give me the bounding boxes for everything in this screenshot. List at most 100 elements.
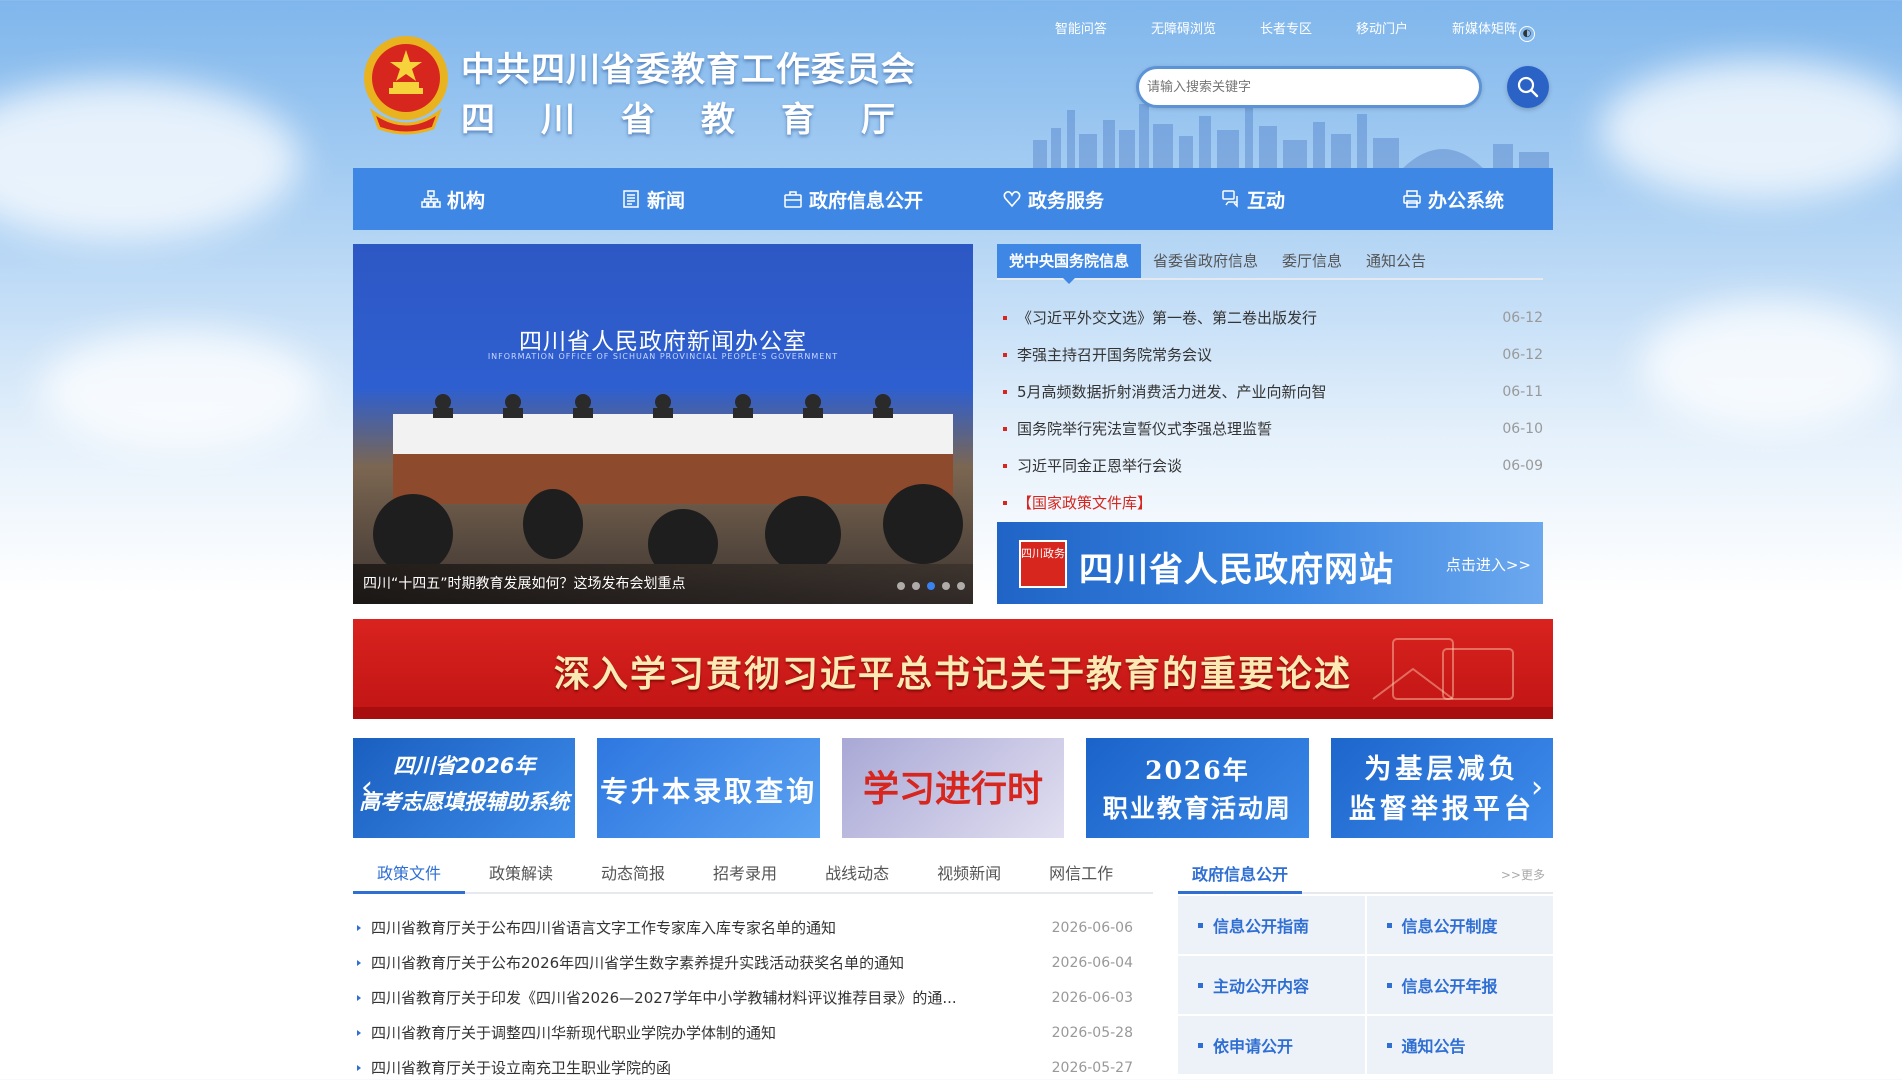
policy-title[interactable]: 四川省教育厅关于印发《四川省2026—2027学年中小学教辅材料评议推荐目录》的… [371,987,1043,1008]
tab-department-info[interactable]: 委厅信息 [1270,244,1354,278]
thumb-vocational-week[interactable]: 2026年职业教育活动周 [1086,738,1309,838]
cloud-decoration [1600,60,1902,200]
nav-label: 政府信息公开 [808,189,923,212]
tab-cyber-work[interactable]: 网信工作 [1025,856,1137,894]
gov-info-guide[interactable]: 信息公开指南 [1178,896,1365,954]
list-item[interactable]: 李强主持召开国务院常务会议 06-12 [997,336,1543,373]
list-item[interactable]: 四川省教育厅关于公布四川省语言文字工作专家库入库专家名单的通知 2026-06-0… [353,910,1133,945]
policy-title[interactable]: 四川省教育厅关于公布2026年四川省学生数字素养提升实践活动获奖名单的通知 [371,952,1043,973]
gov-info-apply[interactable]: 依申请公开 [1178,1016,1365,1074]
list-item[interactable]: 四川省教育厅关于设立南充卫生职业学院的函 2026-05-27 [353,1050,1133,1080]
gov-info-active[interactable]: 主动公开内容 [1178,956,1365,1014]
nav-item-gov-info[interactable]: 政府信息公开 [753,168,953,230]
gov-info-annual[interactable]: 信息公开年报 [1366,956,1553,1014]
study-campaign-banner[interactable]: 深入学习贯彻习近平总书记关于教育的重要论述 [353,619,1553,719]
bullet-icon [357,1029,361,1036]
thumb-burden-report[interactable]: 为基层减负 监督举报平台 [1330,738,1554,838]
gov-info-label: 信息公开指南 [1213,917,1310,936]
list-item[interactable]: 习近平同金正恩举行会谈 06-09 [997,447,1543,484]
cloud-decoration [40,330,320,450]
nav-label: 互动 [1246,189,1285,212]
city-skyline-decoration [1033,104,1549,168]
media-icon: ◐ [1519,26,1535,42]
tab-policy-interpret[interactable]: 政策解读 [465,856,577,894]
slider-dot[interactable] [942,582,950,590]
bullet-icon [357,959,361,966]
tab-front-news[interactable]: 战线动态 [801,856,913,894]
cloud-decoration [1640,300,1900,430]
slider-dot[interactable] [957,582,965,590]
search-input[interactable] [1147,69,1467,105]
slider-dot[interactable] [897,582,905,590]
tab-briefings[interactable]: 动态简报 [577,856,689,894]
news-date: 06-11 [1502,383,1543,400]
news-title[interactable]: 国务院举行宪法宣誓仪式李强总理监誓 [1017,418,1483,439]
thumb-line2: 高考志愿填报辅助系统 [359,790,570,814]
thumb-label: 学习进行时 [863,768,1044,810]
thumb-line1: 2026年 [1145,756,1250,785]
nav-item-gov-service[interactable]: 政务服务 [953,168,1153,230]
policy-date: 2026-05-27 [1051,1059,1133,1076]
top-link-accessibility[interactable]: 无障碍浏览 [1151,18,1216,42]
tab-policy-docs[interactable]: 政策文件 [353,856,466,894]
news-title[interactable]: 李强主持召开国务院常务会议 [1017,344,1483,365]
gov-info-title[interactable]: 政府信息公开 [1178,858,1303,894]
gov-info-notices[interactable]: 通知公告 [1366,1016,1553,1074]
news-date: 06-12 [1502,346,1543,363]
image-slider[interactable]: 四川省人民政府新闻办公室 INFORMATION OFFICE OF SICHU… [353,244,973,604]
policy-title[interactable]: 四川省教育厅关于设立南充卫生职业学院的函 [371,1057,1043,1078]
thumbs-prev-arrow-icon[interactable]: ‹ [356,770,378,806]
gov-website-name: 四川省人民政府网站 [1079,550,1394,590]
list-item[interactable]: 四川省教育厅关于印发《四川省2026—2027学年中小学教辅材料评议推荐目录》的… [353,980,1133,1015]
list-item[interactable]: 《习近平外交文选》第一卷、第二卷出版发行 06-12 [997,299,1543,336]
tab-video-news[interactable]: 视频新闻 [913,856,1025,894]
nav-item-org[interactable]: 机构 [353,168,553,230]
thumb-label: 专升本录取查询 [600,775,818,808]
thumb-admission-query[interactable]: 专升本录取查询 [597,738,820,838]
gov-info-label: 主动公开内容 [1213,977,1310,996]
policy-title[interactable]: 四川省教育厅关于调整四川华新现代职业学院办学体制的通知 [371,1022,1043,1043]
thumbs-next-arrow-icon[interactable]: › [1526,770,1548,806]
slider-dot[interactable] [912,582,920,590]
nav-item-interact[interactable]: 互动 [1153,168,1353,230]
nav-label: 办公系统 [1427,189,1504,212]
gov-info-grid: 信息公开指南 信息公开制度 主动公开内容 信息公开年报 依申请公开 通知公告 [1178,896,1553,1074]
nav-item-news[interactable]: 新闻 [553,168,753,230]
top-link-mobile[interactable]: 移动门户 [1356,18,1408,42]
tab-notices[interactable]: 通知公告 [1354,244,1438,278]
gov-info-more-link[interactable]: >>更多 [1501,866,1545,883]
news-title[interactable]: 【国家政策文件库】 [1017,492,1483,513]
tab-recruitment[interactable]: 招考录用 [689,856,801,894]
national-emblem-icon [364,36,448,135]
list-item[interactable]: 四川省教育厅关于公布2026年四川省学生数字素养提升实践活动获奖名单的通知 202… [353,945,1133,980]
top-link-smart-qa[interactable]: 智能问答 [1055,18,1107,42]
thumb-line2: 职业教育活动周 [1102,794,1292,823]
thumb-study-now[interactable]: 学习进行时 [841,738,1065,838]
page-container: 中共四川省委教育工作委员会 四川省教育厅 智能问答 无障碍浏览 长者专区 移动门… [353,0,1553,634]
provincial-gov-website-banner[interactable]: 四川政务 四川省人民政府网站 点击进入>> [997,522,1543,604]
top-link-new-media[interactable]: 新媒体矩阵 [1452,22,1517,37]
thumb-gaokao-system[interactable]: 四川省2026年 高考志愿填报辅助系统 [353,738,576,838]
slider-dot-active[interactable] [927,582,935,590]
search-button[interactable] [1507,66,1549,108]
policy-date: 2026-06-06 [1051,919,1133,936]
news-title[interactable]: 5月高频数据折射消费活力迸发、产业向新向智 [1017,381,1483,402]
slide-caption[interactable]: 四川“十四五”时期教育发展如何？这场发布会划重点 [353,564,973,604]
list-item[interactable]: 国务院举行宪法宣誓仪式李强总理监誓 06-10 [997,410,1543,447]
top-link-elderly[interactable]: 长者专区 [1260,18,1312,42]
news-title[interactable]: 《习近平外交文选》第一卷、第二卷出版发行 [1017,307,1483,328]
gov-enter-link[interactable]: 点击进入>> [1446,554,1531,575]
list-item[interactable]: 5月高频数据折射消费活力迸发、产业向新向智 06-11 [997,373,1543,410]
bullet-icon [1003,463,1007,468]
printer-icon [1403,190,1421,208]
news-list: 《习近平外交文选》第一卷、第二卷出版发行 06-12 李强主持召开国务院常务会议 0… [997,299,1543,521]
list-item-policy-library[interactable]: 【国家政策文件库】 [997,484,1543,521]
policy-date: 2026-06-03 [1051,989,1133,1006]
tab-provincial-info[interactable]: 省委省政府信息 [1141,244,1270,278]
policy-title[interactable]: 四川省教育厅关于公布四川省语言文字工作专家库入库专家名单的通知 [371,917,1043,938]
news-title[interactable]: 习近平同金正恩举行会谈 [1017,455,1483,476]
tab-central-info[interactable]: 党中央国务院信息 [997,244,1142,284]
nav-item-office[interactable]: 办公系统 [1353,168,1553,230]
gov-info-rules[interactable]: 信息公开制度 [1366,896,1553,954]
list-item[interactable]: 四川省教育厅关于调整四川华新现代职业学院办学体制的通知 2026-05-28 [353,1015,1133,1050]
